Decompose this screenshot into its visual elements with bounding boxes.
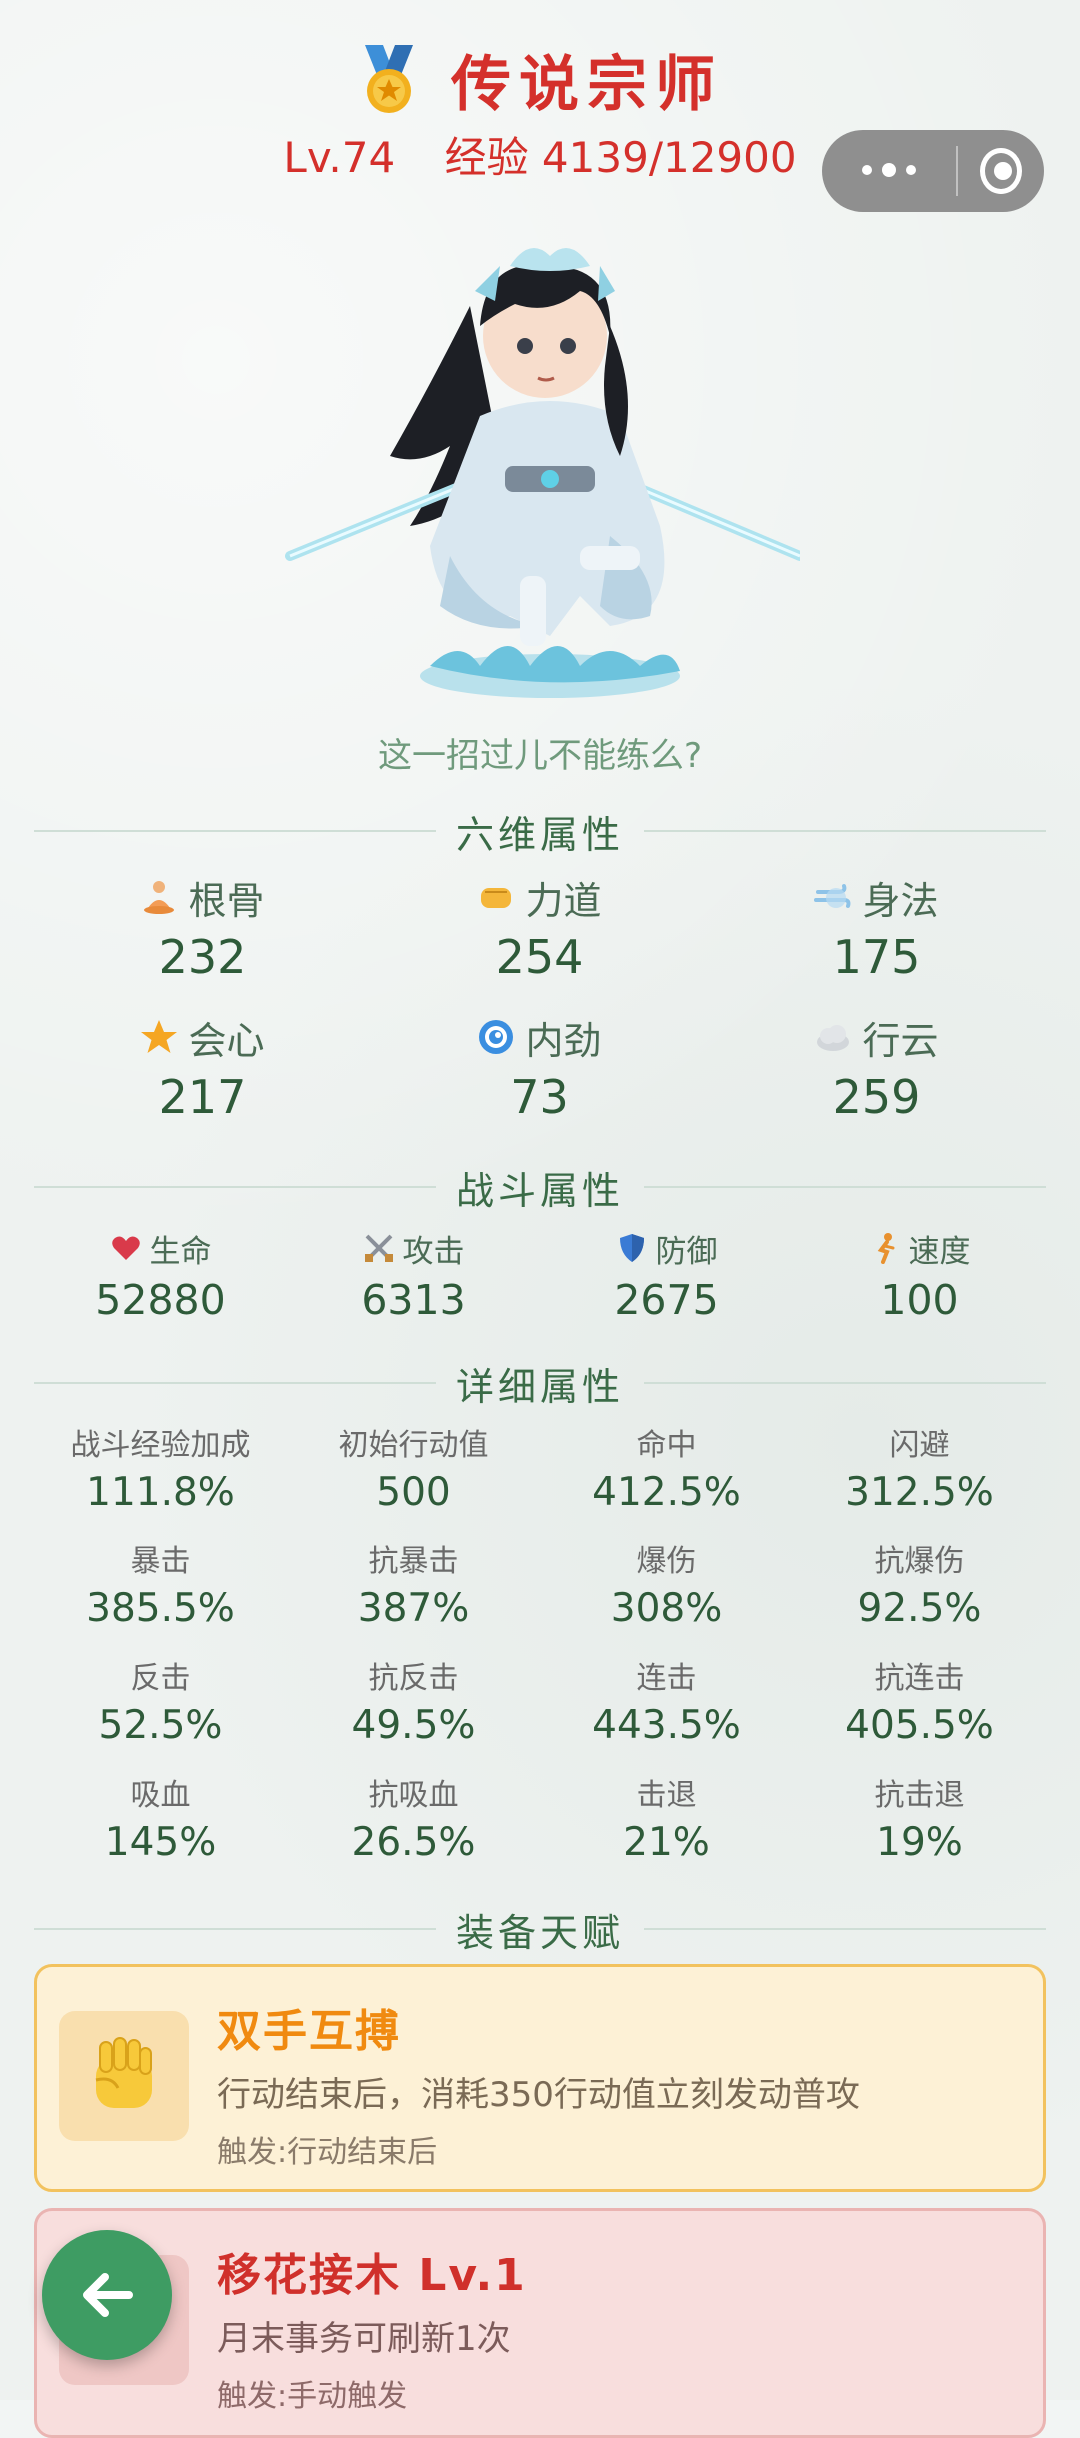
rank-title: 传说宗师 [451,50,723,120]
runner-icon [877,1233,894,1264]
section-title: 装备天赋 [456,1910,625,1955]
fist-icon [481,888,512,908]
detail-attr: 抗连击 405.5% [845,1661,994,1748]
cloud-icon [817,1025,850,1051]
detail-attr: 爆伤 308% [610,1544,723,1631]
section-title: 战斗属性 [456,1168,625,1213]
more-dots-icon [861,165,872,175]
heart-icon [111,1236,140,1260]
combat-defense: 防御 2675 [540,1228,793,1325]
talent-title: 移花接木 Lv.1 [217,2250,527,2301]
detail-attr: 抗吸血 26.5% [351,1778,476,1865]
detail-attr: 反击 52.5% [98,1661,223,1748]
back-button[interactable] [42,2230,172,2360]
talent-card[interactable]: 双手互搏 行动结束后，消耗350行动值立刻发动普攻 触发:行动结束后 [34,1964,1046,2192]
attr-value: 73 [510,1070,569,1124]
wind-icon [814,884,851,908]
attr-neijin: 内劲 73 [371,1012,708,1124]
attr-gengu: 根骨 232 [34,872,371,984]
detail-attr: 抗暴击 387% [357,1544,470,1631]
detail-attr: 战斗经验加成 111.8% [70,1428,251,1515]
swirl-icon [479,1020,514,1054]
detail-attr: 初始行动值 500 [338,1428,489,1515]
attr-xingyun: 行云 259 [708,1012,1045,1124]
shield-icon [619,1234,644,1262]
section-title: 详细属性 [456,1364,625,1409]
attr-value: 175 [832,930,921,984]
combat-hp: 生命 52880 [34,1228,287,1325]
combat-value: 6313 [361,1276,466,1324]
section-combat-attributes: 战斗属性 [34,1162,1047,1213]
attr-value: 254 [495,930,584,984]
detail-attr: 抗反击 49.5% [351,1661,476,1748]
combat-speed: 速度 100 [793,1228,1046,1324]
attr-lidao: 力道 254 [371,872,708,984]
more-menu-button[interactable] [844,163,934,177]
capsule-divider [955,146,958,196]
detail-attr: 抗爆伤 92.5% [857,1544,982,1631]
detail-attr: 闪避 312.5% [845,1428,994,1515]
close-miniprogram-button[interactable] [979,148,1022,194]
exp-text: 经验 4139/12900 [444,133,797,182]
detail-attr: 吸血 145% [104,1778,217,1865]
detail-attributes-grid: 战斗经验加成 111.8% 初始行动值 500 命中 412.5% 闪避 312.5% … [34,1426,1046,1886]
attr-value: 232 [158,930,247,984]
raised-fist-icon [95,2037,152,2108]
character-quote: 这一招过儿不能练么? [377,736,703,776]
rank-header: 传说宗师 [0,36,1080,123]
detail-attr: 命中 412.5% [592,1428,741,1515]
miniprogram-capsule [822,130,1044,212]
attr-shenfa: 身法 175 [708,872,1045,984]
crossed-swords-icon [364,1234,393,1262]
star-icon [141,1020,178,1053]
combat-value: 100 [880,1276,959,1324]
combat-value: 52880 [95,1276,226,1324]
combat-attributes-row: 生命 52880 攻击 6313 防御 2675 速度 100 [34,1228,1046,1338]
talent-icon-box [59,2011,189,2141]
detail-attr: 暴击 385.5% [86,1544,235,1631]
detail-attr: 连击 443.5% [592,1661,741,1748]
talent-card[interactable]: 移花接木 Lv.1 月末事务可刷新1次 触发:手动触发 [34,2208,1046,2438]
talent-title: 双手互搏 [217,2006,401,2057]
section-detail-attributes: 详细属性 [34,1358,1047,1409]
section-title: 六维属性 [456,812,625,857]
talent-trigger: 触发:行动结束后 [217,2135,438,2170]
combat-value: 2675 [614,1276,719,1324]
attr-value: 217 [158,1070,247,1124]
section-six-attributes: 六维属性 [34,806,1047,857]
attr-value: 259 [832,1070,921,1124]
level-text: Lv.74 [283,133,396,182]
character-illustration [285,248,800,698]
talent-trigger: 触发:手动触发 [217,2379,408,2414]
combat-attack: 攻击 6313 [287,1228,540,1325]
detail-attr: 击退 21% [623,1778,710,1865]
detail-attr: 抗击退 19% [874,1778,965,1865]
medal-icon [365,44,413,113]
meditate-icon [144,881,175,914]
talent-description: 月末事务可刷新1次 [217,2319,511,2359]
talent-description: 行动结束后，消耗350行动值立刻发动普攻 [217,2075,860,2115]
attr-huixin: 会心 217 [34,1012,371,1124]
arrow-left-icon [83,2273,133,2317]
section-equip-talents: 装备天赋 [34,1904,1047,1955]
